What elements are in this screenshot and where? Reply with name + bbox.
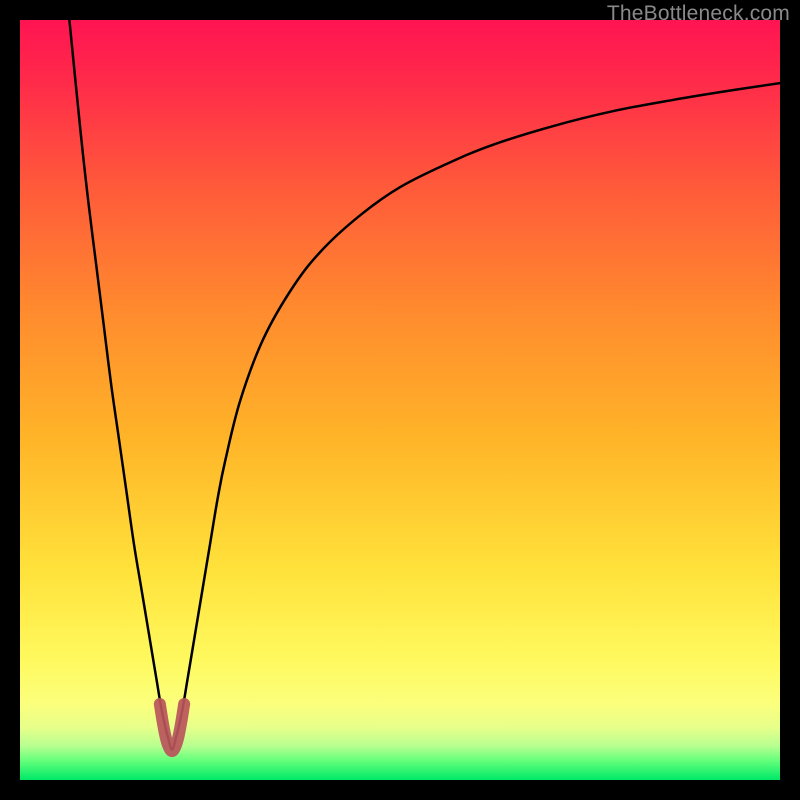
optimum-marker [160,704,184,751]
chart-container: TheBottleneck.com [0,0,800,800]
bottleneck-curve [20,20,780,780]
plot-area [20,20,780,780]
curve-path [69,20,780,750]
watermark-text: TheBottleneck.com [607,2,790,26]
